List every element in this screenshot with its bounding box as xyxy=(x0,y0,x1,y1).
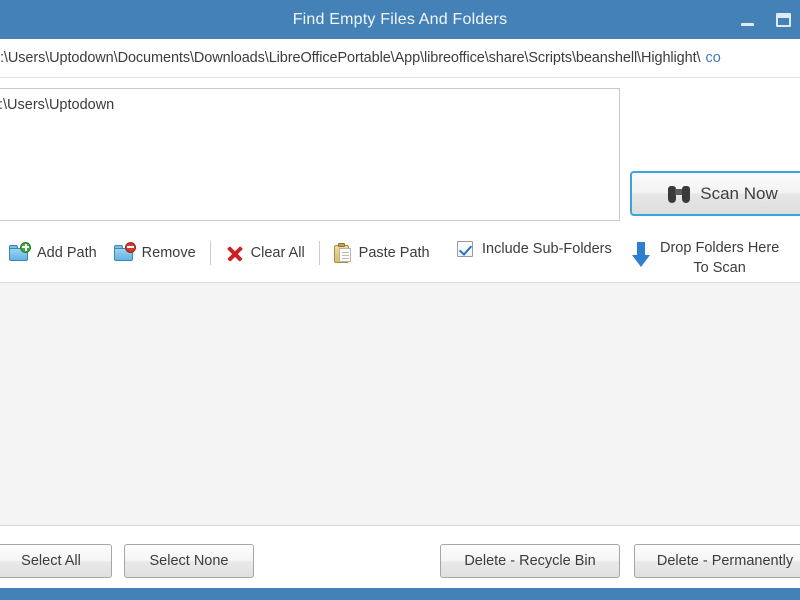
current-path-link[interactable]: co xyxy=(700,50,720,66)
status-bar xyxy=(0,588,800,600)
toolbar-separator xyxy=(318,241,320,265)
window-controls xyxy=(736,0,794,39)
delete-permanently-button[interactable]: Delete - Permanently xyxy=(634,544,800,578)
window-title: Find Empty Files And Folders xyxy=(292,10,508,28)
scan-now-button[interactable]: Scan Now xyxy=(630,171,800,216)
remove-label: Remove xyxy=(141,245,196,261)
clipboard-icon xyxy=(333,243,352,263)
red-x-icon xyxy=(225,244,244,263)
maximize-icon[interactable] xyxy=(772,9,794,31)
select-all-button[interactable]: Select All xyxy=(0,544,112,578)
clear-all-label: Clear All xyxy=(250,245,305,261)
paste-path-label: Paste Path xyxy=(358,245,430,261)
add-path-button[interactable]: Add Path xyxy=(0,236,105,270)
paths-listbox[interactable]: :\Users\Uptodown xyxy=(0,88,620,221)
delete-recycle-bin-button[interactable]: Delete - Recycle Bin xyxy=(440,544,620,578)
list-item[interactable]: :\Users\Uptodown xyxy=(0,89,619,113)
current-path-text: :\Users\Uptodown\Documents\Downloads\Lib… xyxy=(0,50,701,66)
bottom-action-bar: Select All Select None Delete - Recycle … xyxy=(0,525,800,589)
scan-now-label: Scan Now xyxy=(700,183,778,203)
title-bar: Find Empty Files And Folders xyxy=(0,0,800,39)
binoculars-icon xyxy=(668,184,691,204)
remove-button[interactable]: Remove xyxy=(105,236,204,270)
results-list[interactable] xyxy=(0,282,800,525)
add-path-label: Add Path xyxy=(37,245,97,261)
select-none-button[interactable]: Select None xyxy=(124,544,254,578)
paste-path-button[interactable]: Paste Path xyxy=(326,236,438,270)
checkbox-box[interactable] xyxy=(457,241,473,257)
folder-add-icon xyxy=(8,241,31,263)
paths-toolbar: Add Path Remove Clear All Paste Path xyxy=(0,234,800,272)
application-window: Find Empty Files And Folders :\Users\Upt… xyxy=(0,0,800,600)
minimize-icon[interactable] xyxy=(736,9,758,31)
include-subfolders-checkbox[interactable]: Include Sub-Folders xyxy=(457,241,612,257)
clear-all-button[interactable]: Clear All xyxy=(217,236,313,270)
toolbar-separator xyxy=(209,241,211,265)
include-subfolders-label: Include Sub-Folders xyxy=(482,241,612,257)
folder-remove-icon xyxy=(113,241,136,263)
current-path-bar: :\Users\Uptodown\Documents\Downloads\Lib… xyxy=(0,39,800,78)
